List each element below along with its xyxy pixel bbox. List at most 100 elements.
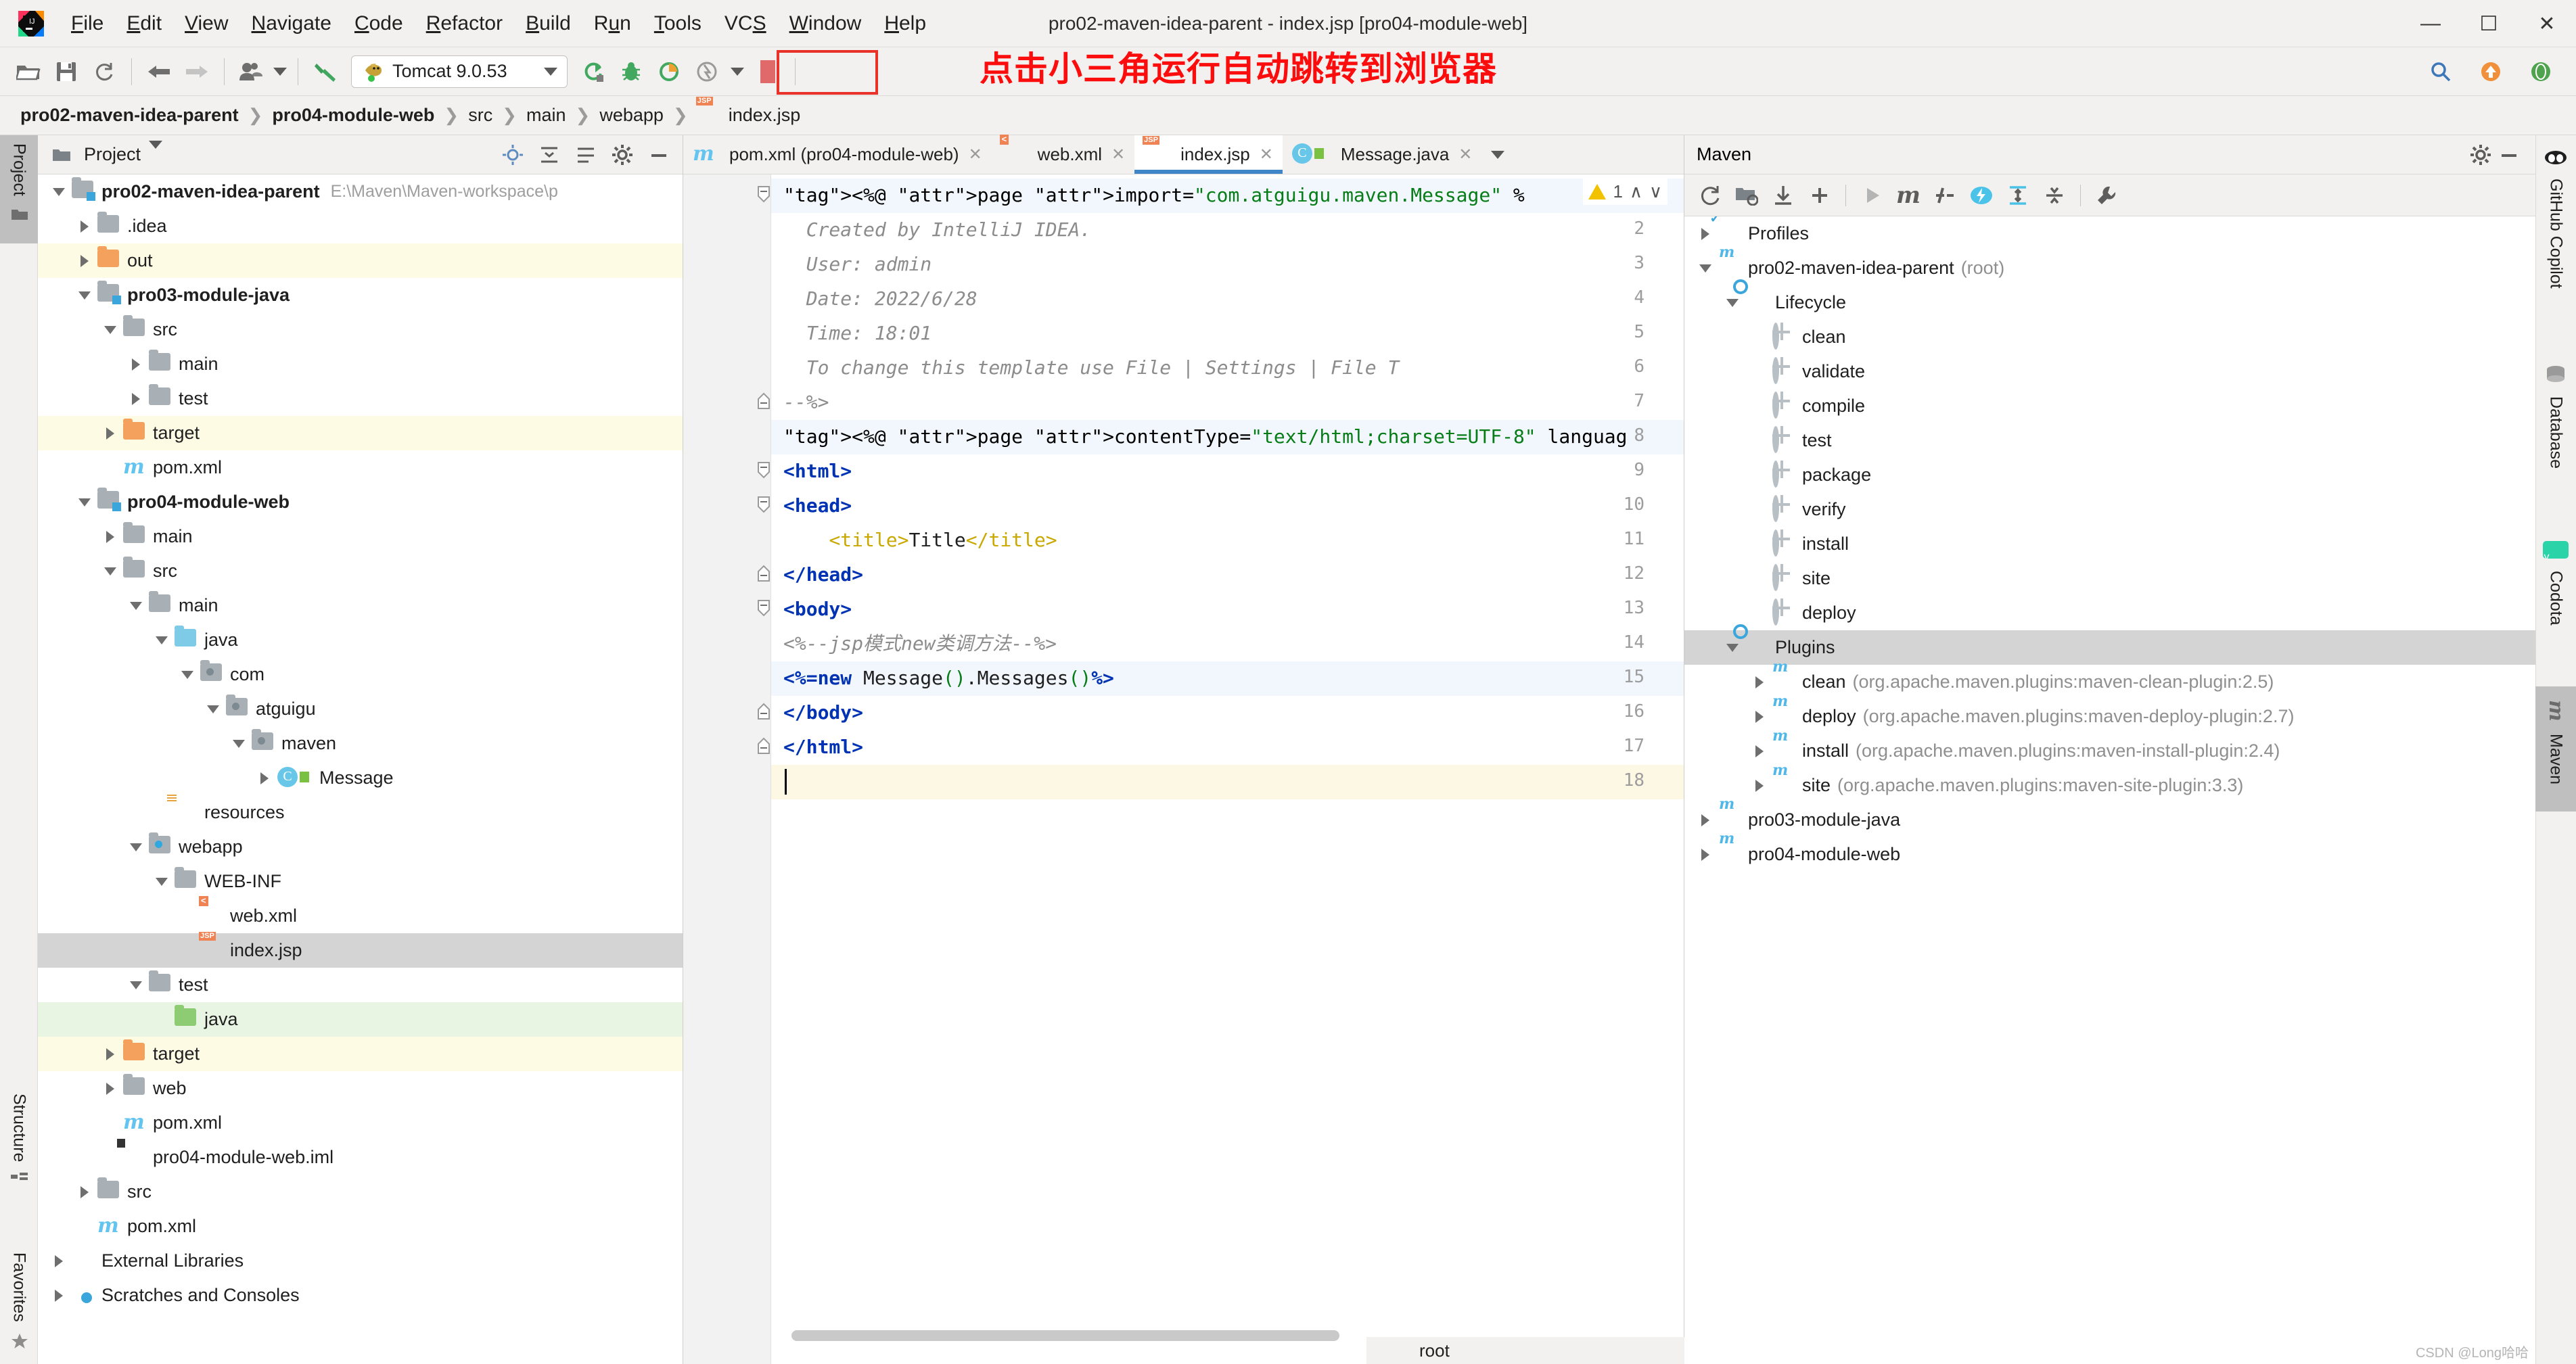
sync-icon[interactable] [85,53,123,91]
chevron-right-icon[interactable] [49,1286,69,1306]
chevron-right-icon[interactable] [254,768,275,789]
tree-row[interactable]: WEB-INF [38,864,683,899]
editor-tab[interactable]: index.jsp ✕ [1134,135,1283,174]
close-icon[interactable]: ✕ [1458,145,1472,164]
tree-row[interactable]: com [38,657,683,692]
locate-icon[interactable] [499,141,527,169]
toggle-offline-icon[interactable] [1965,179,1998,212]
maven-tree-row[interactable]: clean (org.apache.maven.plugins:maven-cle… [1684,665,2535,699]
rerun-icon[interactable] [574,53,612,91]
menu-edit[interactable]: Edit [115,9,173,38]
open-folder-icon[interactable] [9,53,47,91]
sidebar-item-favorites[interactable]: Favorites [0,1244,38,1364]
tree-row[interactable]: main [38,588,683,623]
hide-panel-icon[interactable] [2495,141,2523,169]
menu-run[interactable]: Run [582,9,643,38]
menu-help[interactable]: Help [873,9,938,38]
chevron-down-icon[interactable] [152,630,172,651]
coverage-icon[interactable] [650,53,688,91]
chevron-down-icon[interactable] [149,140,163,161]
tree-row[interactable]: m pom.xml [38,450,683,485]
chevron-down-icon[interactable] [126,975,146,995]
chevron-right-icon[interactable] [1695,810,1716,830]
user-profile-icon[interactable] [233,53,271,91]
tree-row[interactable]: target [38,1037,683,1071]
build-hammer-icon[interactable] [306,53,344,91]
inspection-widget[interactable]: 1 ∧ ∨ [1583,179,1668,205]
hide-panel-icon[interactable] [645,141,673,169]
maven-tree-row[interactable]: site [1684,561,2535,596]
main-menu-bar[interactable]: File Edit View Navigate Code Refactor Bu… [60,9,938,38]
tree-row[interactable]: target [38,416,683,450]
collapse-all-icon[interactable] [535,141,564,169]
tree-row[interactable]: java [38,1002,683,1037]
code-fold-toggle[interactable] [756,462,771,479]
close-button[interactable]: ✕ [2518,0,2576,47]
chevron-down-icon[interactable] [1695,258,1716,279]
chevron-down-icon[interactable] [74,285,95,306]
chevron-down-icon[interactable] [126,596,146,616]
code-fold-toggle[interactable] [756,496,771,513]
editor-tabs-overflow-button[interactable] [1481,135,1514,174]
add-module-icon[interactable] [1730,179,1763,212]
run-configuration-selector[interactable]: Tomcat 9.0.53 [351,55,568,88]
maven-tree-row[interactable]: clean [1684,320,2535,354]
chevron-right-icon[interactable] [126,389,146,409]
wrench-settings-icon[interactable] [2090,179,2123,212]
skip-tests-icon[interactable] [1929,179,1961,212]
chevron-right-icon[interactable] [100,1044,120,1064]
maven-tree-row[interactable]: install (org.apache.maven.plugins:maven-i… [1684,734,2535,768]
search-magnifier-icon[interactable] [2422,53,2460,91]
code-fold-toggle[interactable] [756,186,771,203]
tree-row[interactable]: pro03-module-java [38,278,683,312]
chevron-right-icon[interactable] [1749,741,1770,761]
maven-tree-row[interactable]: pro02-maven-idea-parent (root) [1684,251,2535,285]
chevron-right-icon[interactable] [100,1079,120,1099]
download-sources-icon[interactable] [1767,179,1799,212]
editor-tab[interactable]: C Message.java ✕ [1283,135,1482,174]
maven-tree-row[interactable]: package [1684,458,2535,492]
chevron-down-icon[interactable] [1722,293,1743,313]
tree-row[interactable]: m pom.xml [38,1106,683,1140]
chevron-down-icon[interactable] [177,665,198,685]
chevron-down-icon[interactable] [100,561,120,582]
back-arrow-icon[interactable] [140,53,178,91]
tree-row[interactable]: web [38,1071,683,1106]
tree-row[interactable]: src [38,1175,683,1209]
breadcrumb-item-4[interactable]: webapp [597,105,666,126]
chevron-right-icon[interactable] [74,251,95,271]
editor-tabs[interactable]: m pom.xml (pro04-module-web) ✕ web.xml ✕ inde… [683,135,1684,174]
chevron-right-icon[interactable] [1749,776,1770,796]
maven-tree-row[interactable]: verify [1684,492,2535,527]
chevron-down-icon[interactable] [152,872,172,892]
code-fold-toggle[interactable] [756,565,771,582]
browser-icon[interactable] [2522,53,2560,91]
chevron-right-icon[interactable] [74,216,95,237]
chevron-down-icon[interactable] [100,320,120,340]
reload-icon[interactable] [1694,179,1726,212]
chevron-right-icon[interactable] [1695,224,1716,244]
minimize-button[interactable]: — [2401,0,2460,47]
chevron-right-icon[interactable] [1749,672,1770,692]
editor-tab[interactable]: m pom.xml (pro04-module-web) ✕ [683,135,992,174]
chevron-down-icon[interactable] [203,699,223,720]
tree-row[interactable]: main [38,347,683,381]
tree-row[interactable]: .idea [38,209,683,243]
tree-row[interactable]: index.jsp [38,933,683,968]
breadcrumb-item-1[interactable]: pro04-module-web [269,105,437,126]
chevron-down-icon[interactable] [49,182,69,202]
expand-all-icon[interactable] [572,141,600,169]
menu-file[interactable]: File [60,9,115,38]
profile-dropdown-icon[interactable] [271,53,290,91]
breadcrumb-item-2[interactable]: src [465,105,495,126]
tree-row[interactable]: pro04-module-web [38,485,683,519]
sidebar-item-maven[interactable]: m Maven [2535,686,2576,812]
chevron-right-icon[interactable] [100,527,120,547]
tree-row[interactable]: Scratches and Consoles [38,1278,683,1313]
breadcrumb-item-5[interactable]: index.jsp [726,105,804,126]
expand-icon[interactable] [2002,179,2034,212]
save-icon[interactable] [47,53,85,91]
menu-code[interactable]: Code [343,9,415,38]
debug-bug-icon[interactable] [612,53,650,91]
maven-tree-row[interactable]: pro03-module-java [1684,803,2535,837]
